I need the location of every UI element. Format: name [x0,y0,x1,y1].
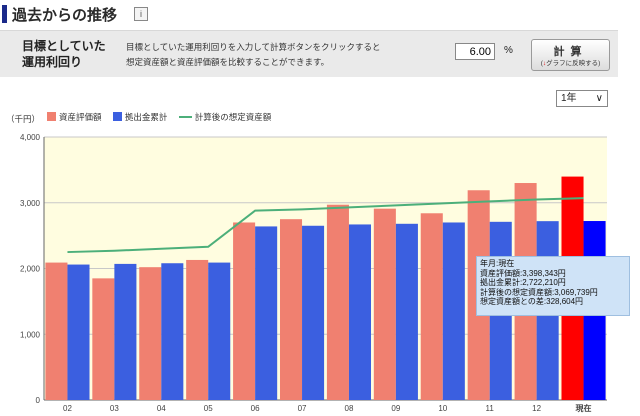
chart-legend: 資産評価額 拠出金累計 計算後の想定資産額 [47,111,280,123]
tooltip-line: 計算後の想定資産額:3,069,739円 [480,287,598,297]
legend-label-contribution: 拠出金累計 [124,112,168,122]
bar-contribution [67,264,90,400]
info-icon[interactable]: i [134,7,148,21]
x-tick-label: 08 [345,404,354,413]
page-title: 過去からの推移 [12,7,118,24]
tooltip-line: 想定資産額との差:328,604円 [480,297,584,306]
bar-contribution [348,224,372,400]
period-select[interactable]: 1年 ∨ [556,90,608,107]
tooltip-line: 年月:現在 [480,259,515,268]
bar-contribution [395,223,418,400]
y-tick-label: 2,000 [20,265,41,274]
x-tick-label: 06 [251,404,260,413]
chart-tooltip: 年月:現在 資産評価額:3,398,343円 拠出金累計:2,722,210円 計算後… [476,256,630,316]
target-rate-input[interactable] [455,43,495,60]
bar-contribution [208,262,231,400]
bar-contribution [161,263,184,400]
legend-label-projected: 計算後の想定資産額 [194,112,272,122]
y-tick-label: 1,000 [20,330,41,339]
x-tick-label: 09 [391,404,400,413]
bar-contribution [114,263,137,400]
percent-unit: % [504,45,513,56]
legend-swatch-asset [47,112,56,121]
target-rate-label: 目標としていた 運用利回り [22,39,106,69]
bar-contribution [255,226,278,400]
bar-asset [373,208,396,400]
x-tick-label: 03 [110,404,119,413]
y-axis-unit-label: （千円） [6,114,41,124]
legend-item-contribution: 拠出金累計 [112,111,168,123]
x-tick-label: 04 [157,404,166,413]
tooltip-line: 資産評価額:3,398,343円 [480,268,566,278]
period-select-value: 1年 [561,93,577,104]
section-header: 過去からの推移 i [0,0,640,28]
bar-asset [279,219,303,400]
target-rate-panel: 目標としていた 運用利回り 目標としていた運用利回りを入力して計算ボタンをクリッ… [0,30,618,77]
legend-item-projected: 計算後の想定資産額 [178,111,272,123]
x-tick-label: 02 [63,404,72,413]
calculate-button-subtext: グラフに反映する [546,60,599,67]
calculate-button-sublabel: (↓グラフに反映する) [540,60,601,67]
legend-swatch-contribution [112,112,122,121]
x-tick-label: 11 [486,404,495,413]
x-tick-label: 05 [204,404,213,413]
legend-item-asset: 資産評価額 [47,111,102,123]
y-tick-label: 0 [36,396,41,405]
bar-asset [45,262,68,400]
bar-contribution [302,225,325,400]
x-tick-label: 07 [298,404,307,413]
x-tick-label: 12 [532,404,541,413]
legend-label-asset: 資産評価額 [59,112,102,122]
x-tick-label: 現在 [576,403,592,413]
bar-asset [420,213,443,400]
bar-asset [92,278,115,400]
tooltip-line: 拠出金累計:2,722,210円 [480,278,566,287]
bar-asset [326,204,349,400]
bar-asset [233,222,256,400]
calculate-button[interactable]: 計算 (↓グラフに反映する) [531,39,610,71]
title-accent-bar [2,5,7,23]
target-rate-description: 目標としていた運用利回りを入力して計算ボタンをクリックすると 想定資産額と資産評… [126,42,381,67]
x-tick-label: 10 [438,404,447,413]
y-tick-label: 3,000 [20,199,41,208]
bar-asset [186,259,209,400]
bar-asset [139,267,162,400]
bar-contribution [442,222,465,400]
legend-line-projected [178,116,192,118]
chevron-down-icon: ∨ [595,93,603,104]
y-tick-label: 4,000 [20,133,41,142]
